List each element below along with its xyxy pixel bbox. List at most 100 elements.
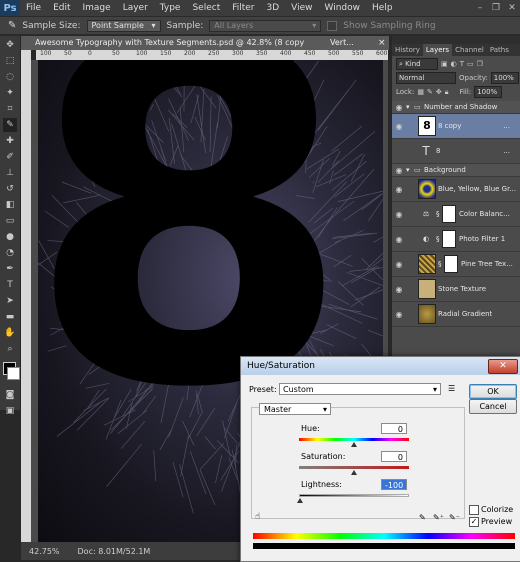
hand-tool-icon[interactable]: ✋ xyxy=(3,326,17,340)
hue-input[interactable]: 0 xyxy=(381,423,407,434)
blend-mode-select[interactable]: Normal xyxy=(396,72,456,84)
zoom-tool-icon[interactable]: ⌕ xyxy=(3,342,17,356)
ok-button[interactable]: OK xyxy=(469,384,517,399)
color-swatches[interactable] xyxy=(0,360,20,386)
layer-group-number-and-shadow[interactable]: ◉ ▾ ▭ Number and Shadow xyxy=(392,101,520,114)
fill-input[interactable]: 100% xyxy=(474,86,502,98)
brush-tool-icon[interactable]: ✐ xyxy=(3,150,17,164)
healing-brush-icon[interactable]: ✚ xyxy=(3,134,17,148)
crop-tool-icon[interactable]: ⌗ xyxy=(3,102,17,116)
menu-file[interactable]: File xyxy=(20,0,47,16)
layer-color-balance[interactable]: ◉ ⚖ § Color Balanc... xyxy=(392,202,520,227)
eyedropper-add-icon[interactable]: ✎⁺ xyxy=(433,513,444,522)
quick-mask-icon[interactable]: ◙ xyxy=(3,388,17,402)
saturation-slider-thumb[interactable] xyxy=(351,470,357,475)
close-window-button[interactable]: ✕ xyxy=(504,1,520,15)
lasso-tool-icon[interactable]: ◌ xyxy=(3,70,17,84)
lock-paint-icon[interactable]: ✎ xyxy=(427,88,433,96)
preset-select[interactable]: Custom ▾ xyxy=(279,383,441,395)
close-document-icon[interactable]: × xyxy=(378,36,386,50)
sample-select[interactable]: All Layers ▾ xyxy=(209,20,321,32)
menu-3d[interactable]: 3D xyxy=(261,0,286,16)
eye-icon[interactable]: ◉ xyxy=(392,210,406,219)
layer-gradient-fill[interactable]: ◉ Blue, Yellow, Blue Gr... xyxy=(392,177,520,202)
eye-icon[interactable]: ◉ xyxy=(392,122,406,131)
restore-button[interactable]: ❐ xyxy=(488,1,504,15)
history-brush-icon[interactable]: ↺ xyxy=(3,182,17,196)
filter-adjust-icon[interactable]: ◐ xyxy=(451,60,457,68)
eraser-tool-icon[interactable]: ◧ xyxy=(3,198,17,212)
lightness-slider-track[interactable] xyxy=(299,494,409,497)
eye-icon[interactable]: ◉ xyxy=(392,260,406,269)
eyedropper-subtract-icon[interactable]: ✎⁻ xyxy=(449,513,460,522)
layer-group-background[interactable]: ◉ ▾ ▭ Background xyxy=(392,164,520,177)
shape-tool-icon[interactable]: ▬ xyxy=(3,310,17,324)
menu-type[interactable]: Type xyxy=(154,0,187,16)
layer-photo-filter[interactable]: ◉ ◐ § Photo Filter 1 xyxy=(392,227,520,252)
marquee-tool-icon[interactable]: ⬚ xyxy=(3,54,17,68)
menu-view[interactable]: View xyxy=(285,0,318,16)
preview-checkbox[interactable]: ✓ xyxy=(469,517,479,527)
menu-window[interactable]: Window xyxy=(319,0,367,16)
cancel-button[interactable]: Cancel xyxy=(469,399,517,414)
eye-icon[interactable]: ◉ xyxy=(392,166,406,175)
path-select-icon[interactable]: ➤ xyxy=(3,294,17,308)
layer-8-copy[interactable]: ◉ 8 8 copy ... xyxy=(392,114,520,139)
eyedropper-icon[interactable]: ✎ xyxy=(3,118,17,132)
minimize-button[interactable]: – xyxy=(472,1,488,15)
eye-icon[interactable]: ◉ xyxy=(392,235,406,244)
lightness-input[interactable]: -100 xyxy=(381,479,407,490)
layer-radial-gradient[interactable]: ◉ Radial Gradient xyxy=(392,302,520,327)
screen-mode-icon[interactable]: ▣ xyxy=(3,404,17,418)
clone-stamp-icon[interactable]: ⊥ xyxy=(3,166,17,180)
menu-help[interactable]: Help xyxy=(366,0,399,16)
hue-slider-thumb[interactable] xyxy=(351,442,357,447)
sample-size-select[interactable]: Point Sample ▾ xyxy=(87,20,161,32)
zoom-level[interactable]: 42.75% xyxy=(29,547,60,556)
eyedropper-tool-icon[interactable]: ✎ xyxy=(8,20,16,31)
show-sampling-ring-checkbox[interactable] xyxy=(327,21,337,31)
tab-channels[interactable]: Channel xyxy=(452,44,487,56)
lightness-slider-thumb[interactable] xyxy=(297,498,303,503)
gradient-tool-icon[interactable]: ▭ xyxy=(3,214,17,228)
eye-icon[interactable]: ◉ xyxy=(392,285,406,294)
lock-move-icon[interactable]: ✥ xyxy=(436,88,442,96)
disclosure-triangle-icon[interactable]: ▾ xyxy=(406,166,414,174)
layer-8[interactable]: T 8 ... xyxy=(392,139,520,164)
filter-pixel-icon[interactable]: ▣ xyxy=(441,60,448,68)
menu-filter[interactable]: Filter xyxy=(226,0,260,16)
menu-select[interactable]: Select xyxy=(186,0,226,16)
move-tool-icon[interactable]: ✥ xyxy=(3,38,17,52)
tab-paths[interactable]: Paths xyxy=(487,44,512,56)
hue-slider-track[interactable] xyxy=(299,438,409,441)
eye-icon[interactable]: ◉ xyxy=(392,185,406,194)
channel-select[interactable]: Master ▾ xyxy=(259,403,331,415)
background-color-swatch[interactable] xyxy=(7,367,20,380)
dodge-tool-icon[interactable]: ◔ xyxy=(3,246,17,260)
filter-type-icon[interactable]: T xyxy=(460,60,464,68)
disclosure-triangle-icon[interactable]: ▾ xyxy=(406,103,414,111)
menu-edit[interactable]: Edit xyxy=(47,0,76,16)
tab-layers[interactable]: Layers xyxy=(423,44,452,56)
dialog-close-button[interactable]: ✕ xyxy=(488,359,518,374)
quick-select-tool-icon[interactable]: ✦ xyxy=(3,86,17,100)
menu-layer[interactable]: Layer xyxy=(117,0,154,16)
layer-stone-texture[interactable]: ◉ Stone Texture xyxy=(392,277,520,302)
eye-icon[interactable]: ◉ xyxy=(392,310,406,319)
tab-history[interactable]: History xyxy=(392,44,423,56)
preset-options-icon[interactable]: ☰ xyxy=(448,384,455,393)
lock-all-icon[interactable]: 🔒︎ xyxy=(445,88,449,97)
lock-transparent-icon[interactable]: ▦ xyxy=(417,88,424,96)
saturation-input[interactable]: 0 xyxy=(381,451,407,462)
layer-pine-tree-texture[interactable]: ◉ § Pine Tree Tex... xyxy=(392,252,520,277)
menu-image[interactable]: Image xyxy=(77,0,117,16)
opacity-input[interactable]: 100% xyxy=(491,72,519,84)
filter-smart-icon[interactable]: ❐ xyxy=(477,60,483,68)
pen-tool-icon[interactable]: ✒ xyxy=(3,262,17,276)
saturation-slider-track[interactable] xyxy=(299,466,409,469)
targeted-adjustment-icon[interactable]: ☝ xyxy=(255,512,260,522)
filter-shape-icon[interactable]: ▭ xyxy=(467,60,474,68)
eyedropper-icon[interactable]: ✎ xyxy=(419,513,426,522)
colorize-checkbox[interactable] xyxy=(469,505,479,515)
blur-tool-icon[interactable]: ● xyxy=(3,230,17,244)
